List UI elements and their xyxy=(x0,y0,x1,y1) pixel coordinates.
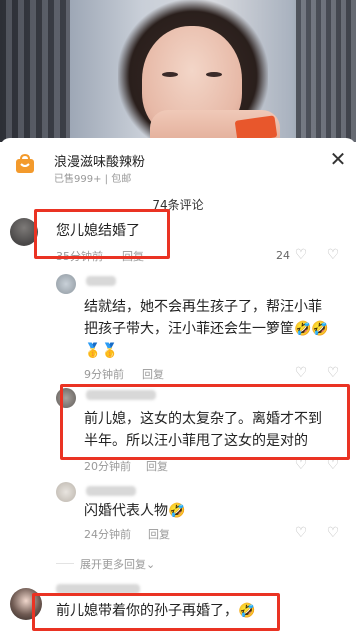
reply-text-line3: 🥇🥇 xyxy=(84,343,119,359)
heart-icon[interactable]: ♡ xyxy=(294,458,308,472)
dislike-icon[interactable]: ♡ xyxy=(326,366,340,380)
username-blurred xyxy=(86,276,116,286)
reply-button[interactable]: 回复 xyxy=(146,458,168,474)
reply-button[interactable]: 回复 xyxy=(148,526,170,542)
like-count: 24 xyxy=(276,249,290,262)
reply-text-line2: 半年。所以汪小菲甩了这女的是对的 xyxy=(84,433,308,449)
product-bar[interactable]: 浪漫滋味酸辣粉 已售999+ | 包邮 ✕ xyxy=(0,138,356,188)
divider xyxy=(56,563,74,564)
reply-time: 20分钟前 xyxy=(84,460,131,473)
heart-icon[interactable]: ♡ xyxy=(294,526,308,540)
avatar[interactable] xyxy=(56,274,76,294)
reply-time: 24分钟前 xyxy=(84,528,131,541)
dislike-icon[interactable]: ♡ xyxy=(326,458,340,472)
comment-time: 35分钟前 xyxy=(56,250,103,263)
reply-time: 9分钟前 xyxy=(84,368,124,381)
person-eye-left xyxy=(162,72,178,77)
curtain-right xyxy=(296,0,356,142)
dislike-icon[interactable]: ♡ xyxy=(326,248,340,262)
close-icon[interactable]: ✕ xyxy=(328,149,348,169)
comment-text: 前儿媳带着你的孙子再婚了，🤣 xyxy=(56,603,256,619)
reply-button[interactable]: 回复 xyxy=(122,248,144,264)
shopping-cart-icon xyxy=(16,154,34,173)
reply-button[interactable]: 回复 xyxy=(142,366,164,382)
username-blurred xyxy=(86,486,136,496)
reply-text-line1: 结就结，她不会再生孩子了，帮汪小菲 xyxy=(84,299,322,315)
reply-text-line2: 把孩子带大，汪小菲还会生一箩筐🤣🤣 xyxy=(84,321,329,337)
video-frame[interactable] xyxy=(0,0,356,142)
reply-text-line1: 前儿媳，这女的太复杂了。离婚才不到 xyxy=(84,411,322,427)
heart-icon[interactable]: ♡ xyxy=(294,366,308,380)
comment-sheet: 浪漫滋味酸辣粉 已售999+ | 包邮 ✕ 74条评论 您儿媳结婚了 35分钟前… xyxy=(0,138,356,640)
product-title: 浪漫滋味酸辣粉 xyxy=(54,155,146,170)
comment-text: 您儿媳结婚了 xyxy=(56,223,140,239)
username-blurred xyxy=(56,584,140,594)
avatar[interactable] xyxy=(56,388,76,408)
avatar[interactable] xyxy=(56,482,76,502)
heart-icon[interactable]: ♡ xyxy=(294,248,308,262)
product-subtitle: 已售999+ | 包邮 xyxy=(54,174,132,185)
curtain-left xyxy=(0,0,70,142)
person-eye-right xyxy=(206,72,222,77)
username-blurred xyxy=(86,390,156,400)
dislike-icon[interactable]: ♡ xyxy=(326,526,340,540)
reply-text: 闪婚代表人物🤣 xyxy=(84,503,186,519)
avatar[interactable] xyxy=(10,218,38,246)
comment-count: 74条评论 xyxy=(152,198,204,212)
avatar[interactable] xyxy=(10,588,42,620)
expand-more-replies[interactable]: 展开更多回复⌄ xyxy=(80,556,155,572)
